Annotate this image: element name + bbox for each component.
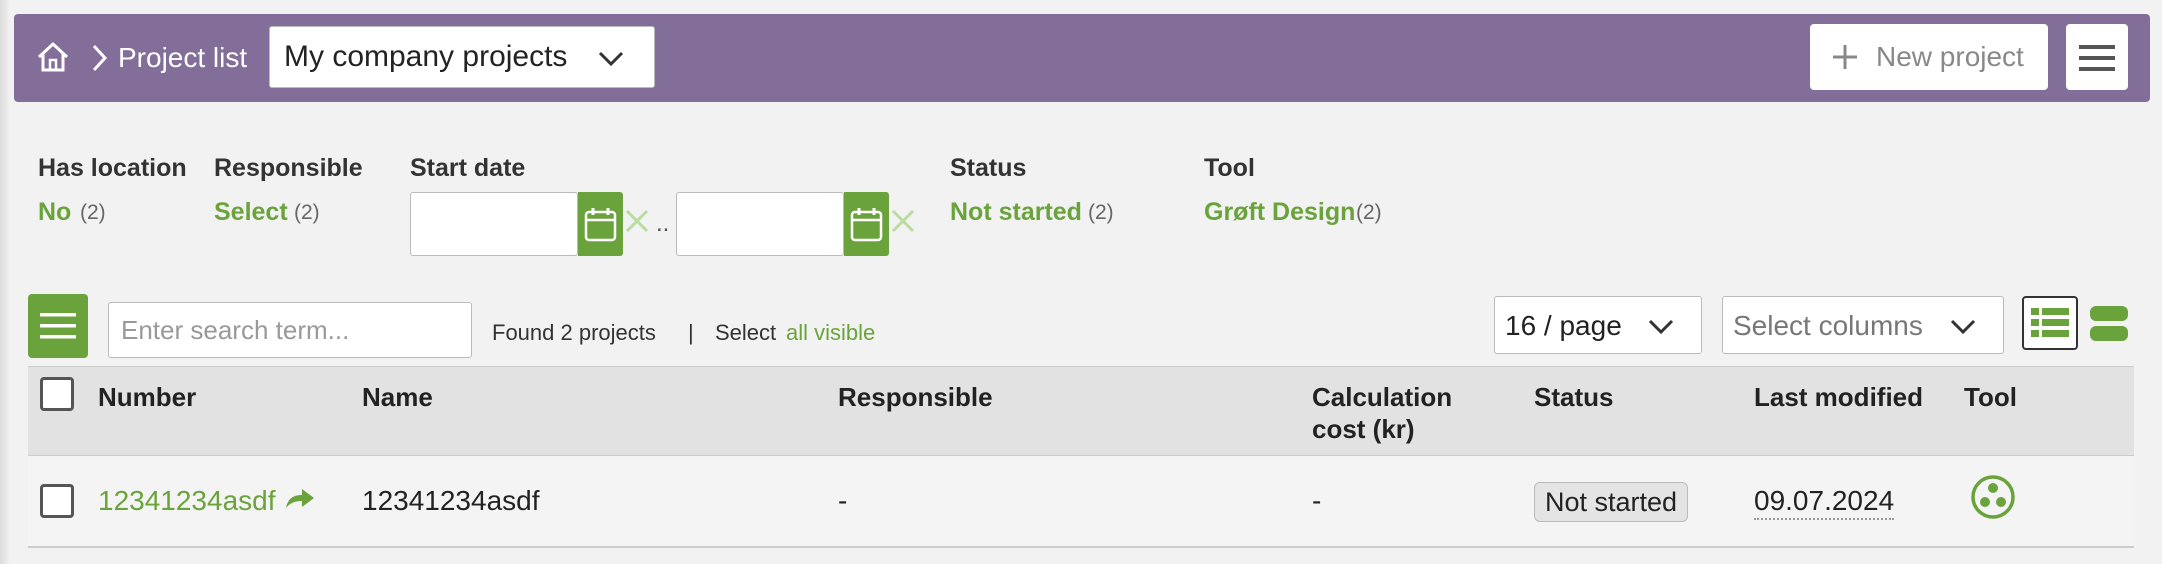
- column-header-number[interactable]: Number: [98, 381, 196, 413]
- filter-has-location-label: Has location: [38, 154, 187, 182]
- main-menu-button[interactable]: [2066, 24, 2128, 90]
- start-date-to-input[interactable]: [676, 192, 844, 256]
- plus-icon: [1833, 45, 1857, 69]
- start-date-from-calendar-button[interactable]: [578, 192, 623, 256]
- column-header-calculation-cost[interactable]: Calculation cost (kr): [1312, 381, 1452, 445]
- bulk-actions-menu-button[interactable]: [28, 294, 88, 358]
- close-icon[interactable]: [888, 206, 918, 236]
- last-modified-date: 09.07.2024: [1754, 484, 1895, 520]
- share-arrow-icon[interactable]: [284, 486, 316, 512]
- page-size-value: 16 / page: [1505, 310, 1622, 341]
- filter-has-location-value[interactable]: No: [38, 196, 71, 228]
- list-view-toggle[interactable]: [2022, 296, 2078, 350]
- chevron-down-icon: [1950, 319, 1976, 335]
- close-icon[interactable]: [622, 206, 652, 236]
- project-list-page: Project list My company projects New pro…: [0, 0, 2162, 564]
- project-responsible: -: [838, 485, 848, 516]
- groft-design-tool-icon[interactable]: [1970, 474, 2016, 520]
- search-input[interactable]: [108, 302, 472, 358]
- chevron-down-icon: [1648, 319, 1674, 335]
- column-header-last-modified[interactable]: Last modified: [1754, 381, 1923, 413]
- home-icon[interactable]: [34, 38, 72, 76]
- found-projects-count: Found 2 projects: [492, 320, 656, 345]
- new-project-button[interactable]: New project: [1810, 24, 2048, 90]
- column-header-name[interactable]: Name: [362, 381, 433, 413]
- list-view-icon: [2031, 308, 2069, 337]
- select-columns-placeholder: Select columns: [1733, 310, 1923, 341]
- toolbar-separator: |: [688, 320, 694, 345]
- filter-tool-value[interactable]: Grøft Design: [1204, 196, 1355, 228]
- chevron-down-icon: [598, 51, 624, 67]
- row-checkbox[interactable]: [40, 484, 74, 518]
- filter-tool-count: (2): [1356, 201, 1382, 224]
- new-project-label: New project: [1876, 41, 2024, 72]
- project-scope-value: My company projects: [284, 40, 568, 73]
- chevron-right-icon: [92, 44, 108, 72]
- filter-status-label: Status: [950, 154, 1027, 182]
- column-header-calculation-cost-line1: Calculation: [1312, 382, 1453, 412]
- column-header-status[interactable]: Status: [1534, 381, 1613, 413]
- start-date-to-calendar-button[interactable]: [844, 192, 889, 256]
- filter-responsible-count: (2): [294, 201, 320, 224]
- project-scope-select[interactable]: My company projects: [269, 26, 655, 88]
- calendar-icon: [584, 208, 617, 242]
- filter-responsible-label: Responsible: [214, 154, 363, 182]
- project-name: 12341234asdf: [362, 485, 540, 516]
- column-header-tool[interactable]: Tool: [1964, 381, 2017, 413]
- column-header-responsible[interactable]: Responsible: [838, 381, 993, 413]
- hamburger-icon: [2079, 45, 2115, 71]
- filter-tool-label: Tool: [1204, 154, 1255, 182]
- column-header-calculation-cost-line2: cost (kr): [1312, 414, 1415, 444]
- project-calculation-cost: -: [1312, 485, 1322, 516]
- calendar-icon: [850, 208, 883, 242]
- filter-status-value[interactable]: Not started: [950, 196, 1082, 228]
- table-header: Number Name Responsible Calculation cost…: [28, 366, 2134, 456]
- filter-start-date-label: Start date: [410, 154, 526, 182]
- filter-status-count: (2): [1088, 201, 1114, 224]
- top-navigation-bar: Project list My company projects New pro…: [14, 14, 2150, 102]
- start-date-from-input[interactable]: [410, 192, 578, 256]
- select-all-checkbox[interactable]: [40, 377, 74, 411]
- status-badge: Not started: [1534, 482, 1689, 522]
- hamburger-icon: [40, 313, 76, 339]
- select-label: Select: [715, 320, 777, 345]
- window-edge-shadow: [0, 0, 10, 564]
- filter-has-location-count: (2): [80, 201, 106, 224]
- select-all-visible-link[interactable]: all visible: [786, 318, 875, 348]
- filter-responsible-value[interactable]: Select: [214, 196, 288, 228]
- date-range-separator: ..: [656, 210, 670, 237]
- compact-rows-icon[interactable]: [2090, 304, 2128, 344]
- page-size-select[interactable]: 16 / page: [1494, 296, 1702, 354]
- table-row[interactable]: 12341234asdf 12341234asdf - - Not starte…: [28, 456, 2134, 548]
- breadcrumb-project-list[interactable]: Project list: [118, 40, 247, 76]
- select-columns-dropdown[interactable]: Select columns: [1722, 296, 2004, 354]
- project-number-link[interactable]: 12341234asdf: [98, 484, 276, 518]
